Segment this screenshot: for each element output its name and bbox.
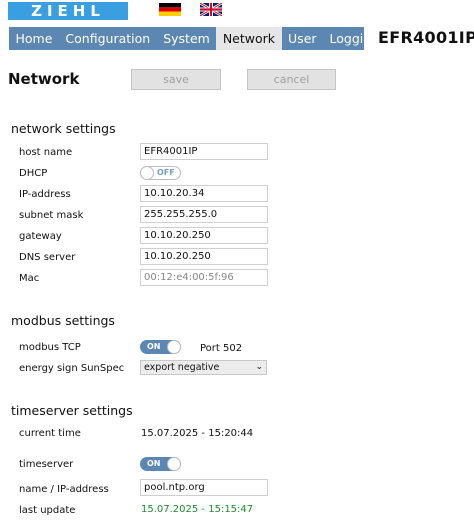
nav-network[interactable]: Network xyxy=(216,27,282,50)
timeserver-settings-title: timeserver settings xyxy=(11,403,133,418)
dhcp-toggle[interactable]: OFF xyxy=(140,166,181,180)
current-time-label: current time xyxy=(19,428,81,439)
timeserver-label: timeserver xyxy=(19,459,74,470)
timeserver-toggle-state: ON xyxy=(147,459,161,468)
sunspec-selected-value: export negative xyxy=(144,362,220,373)
ip-address-input[interactable]: 10.10.20.34 xyxy=(140,185,268,202)
nav-user[interactable]: User xyxy=(282,27,324,50)
nav-home[interactable]: Home xyxy=(9,27,59,50)
last-update-value: 15.07.2025 - 15:15:47 xyxy=(141,504,254,515)
chevron-down-icon: ⌄ xyxy=(255,362,263,372)
ntp-name-label: name / IP-address xyxy=(19,484,109,495)
dns-server-input[interactable]: 10.10.20.250 xyxy=(140,248,268,265)
ziehl-logo: ZIEHL xyxy=(8,2,128,20)
subnet-mask-label: subnet mask xyxy=(19,210,84,221)
modbus-tcp-label: modbus TCP xyxy=(19,342,81,353)
main-navigation: Home Configuration System Network User L… xyxy=(9,27,379,50)
dns-server-label: DNS server xyxy=(19,252,76,263)
german-flag-icon[interactable] xyxy=(159,3,181,16)
gateway-input[interactable]: 10.10.20.250 xyxy=(140,227,268,244)
nav-system[interactable]: System xyxy=(157,27,217,50)
logo-text: ZIEHL xyxy=(31,2,105,20)
modbus-port-text: Port 502 xyxy=(200,343,243,354)
sunspec-label: energy sign SunSpec xyxy=(19,363,125,374)
current-time-value: 15.07.2025 - 15:20:44 xyxy=(141,428,254,439)
nav-logging[interactable]: Logging xyxy=(323,27,386,50)
dhcp-toggle-state: OFF xyxy=(157,168,175,177)
modbus-tcp-toggle-state: ON xyxy=(147,342,161,351)
sunspec-select[interactable]: export negative ⌄ xyxy=(140,360,267,375)
network-settings-title: network settings xyxy=(11,121,116,136)
toggle-knob xyxy=(167,340,181,354)
modbus-tcp-toggle[interactable]: ON xyxy=(140,340,181,354)
host-name-input[interactable]: EFR4001IP xyxy=(140,143,268,160)
save-button[interactable]: save xyxy=(131,69,221,90)
last-update-label: last update xyxy=(19,505,76,516)
device-name: EFR4001IP xyxy=(378,28,474,47)
timeserver-toggle[interactable]: ON xyxy=(140,457,181,471)
toggle-knob xyxy=(167,457,181,471)
modbus-settings-title: modbus settings xyxy=(11,313,115,328)
dhcp-label: DHCP xyxy=(19,168,48,179)
cancel-button[interactable]: cancel xyxy=(247,69,336,90)
host-name-label: host name xyxy=(19,147,73,158)
nav-configuration[interactable]: Configuration xyxy=(59,27,157,50)
ip-address-label: IP-address xyxy=(19,189,71,200)
gateway-label: gateway xyxy=(19,231,62,242)
mac-label: Mac xyxy=(19,273,40,284)
mac-address-field: 00:12:e4:00:5f:96 xyxy=(140,269,268,286)
ntp-name-input[interactable]: pool.ntp.org xyxy=(140,479,268,496)
toggle-knob xyxy=(140,166,154,180)
subnet-mask-input[interactable]: 255.255.255.0 xyxy=(140,206,268,223)
uk-flag-icon[interactable] xyxy=(200,3,222,16)
page-title: Network xyxy=(8,70,80,88)
